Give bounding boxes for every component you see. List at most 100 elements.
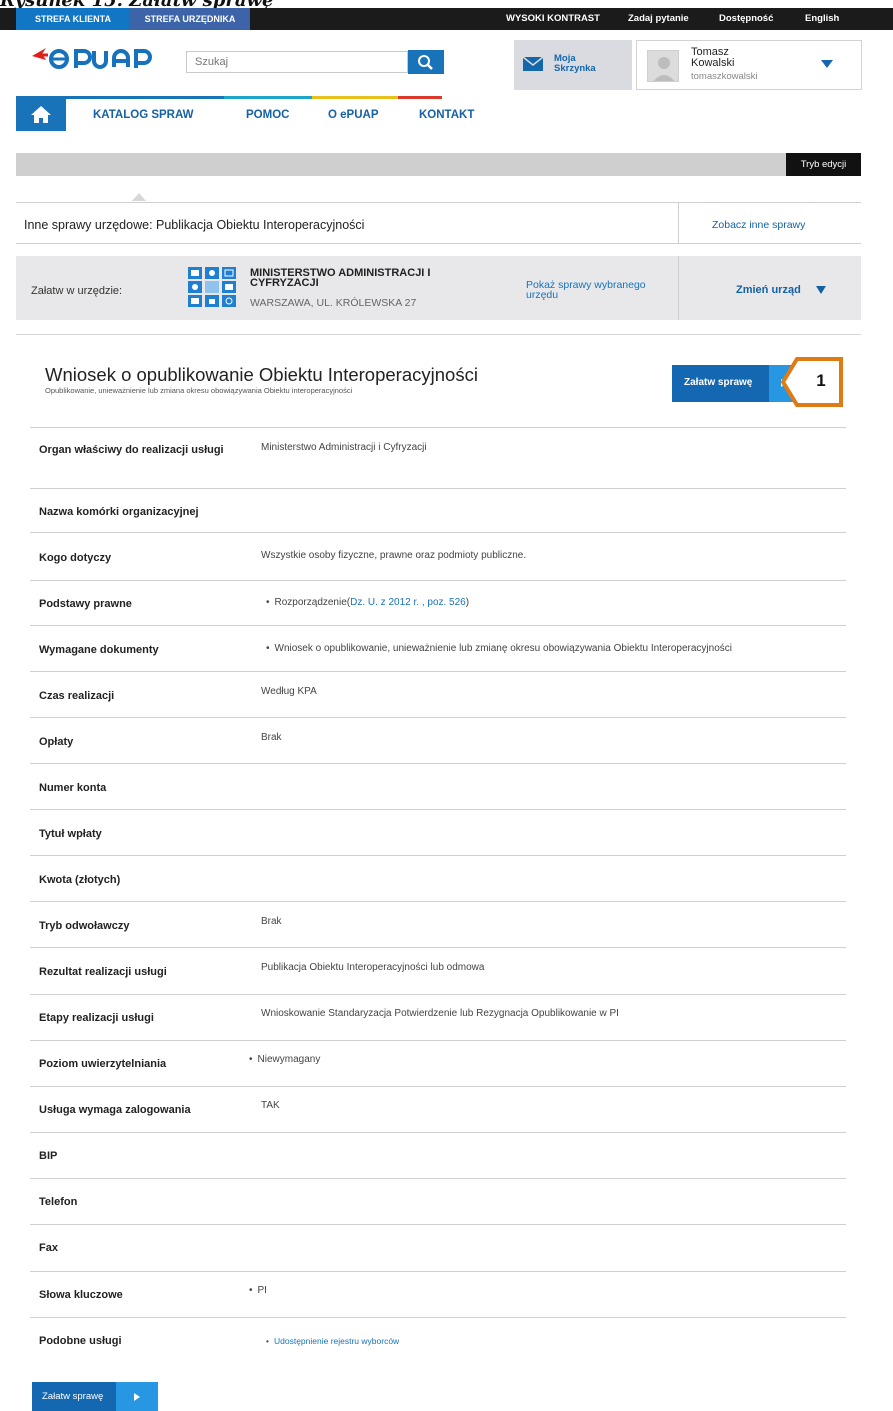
- case-header: Inne sprawy urzędowe: Publikacja Obiektu…: [16, 202, 861, 244]
- row-divider: [30, 855, 846, 856]
- row-divider: [30, 1040, 846, 1041]
- value-organ: Ministerstwo Administracji i Cyfryzacji: [261, 442, 427, 453]
- row-divider: [30, 994, 846, 995]
- english-link[interactable]: English: [805, 8, 839, 30]
- see-other-cases-link[interactable]: Zobacz inne sprawy: [712, 219, 805, 231]
- value-stages: Wnioskowanie Standaryzacja Potwierdzenie…: [261, 1008, 619, 1019]
- row-divider: [30, 1224, 846, 1225]
- label-payment-title: Tytuł wpłaty: [39, 828, 102, 840]
- caret-down-icon[interactable]: [816, 286, 826, 294]
- tab-official-zone[interactable]: STREFA URZĘDNIKA: [130, 8, 250, 30]
- office-address: WARSZAWA, UL. KRÓLEWSKA 27: [250, 297, 417, 309]
- row-divider: [30, 717, 846, 718]
- case-title: Inne sprawy urzędowe: Publikacja Obiektu…: [24, 218, 365, 232]
- label-concerns: Kogo dotyczy: [39, 552, 112, 564]
- label-amount: Kwota (złotych): [39, 874, 121, 886]
- nav-color-strip: [16, 96, 442, 99]
- label-appeal: Tryb odwoławczy: [39, 920, 130, 932]
- label-unit: Nazwa komórki organizacyjnej: [39, 506, 199, 518]
- value-legal: Rozporządzenie(Dz. U. z 2012 r. , poz. 5…: [266, 597, 470, 608]
- label-documents: Wymagane dokumenty: [39, 644, 159, 656]
- row-divider: [30, 427, 846, 428]
- avatar: [647, 50, 679, 82]
- home-button[interactable]: [16, 99, 66, 131]
- nav-about[interactable]: O ePUAP: [328, 109, 379, 121]
- row-divider: [30, 625, 846, 626]
- inbox-label: Moja Skrzynka: [554, 53, 596, 74]
- row-divider: [30, 809, 846, 810]
- handle-case-bottom-button[interactable]: Załatw sprawę: [32, 1382, 158, 1411]
- home-icon: [31, 106, 51, 123]
- value-login-required: TAK: [261, 1100, 280, 1111]
- user-name: Tomasz Kowalski: [691, 46, 735, 69]
- arrow-right-icon: [116, 1382, 158, 1411]
- divider: [678, 203, 679, 243]
- user-login: tomaszkowalski: [691, 71, 758, 82]
- nav-contact[interactable]: KONTAKT: [419, 109, 474, 121]
- nav-help[interactable]: POMOC: [246, 109, 289, 121]
- ask-question-link[interactable]: Zadaj pytanie: [628, 8, 689, 30]
- label-organ: Organ właściwy do realizacji usługi: [39, 444, 224, 456]
- header: Moja Skrzynka Tomasz Kowalski tomaszkowa…: [0, 30, 893, 92]
- label-keywords: Słowa kluczowe: [39, 1289, 123, 1301]
- legal-act-link[interactable]: Dz. U. z 2012 r. , poz. 526: [350, 597, 466, 608]
- divider: [16, 334, 861, 335]
- chevron-down-icon[interactable]: [821, 60, 833, 68]
- edit-bar: [16, 153, 861, 176]
- divider: [678, 256, 679, 320]
- row-divider: [30, 532, 846, 533]
- figure-caption: Rysunek 15. Załatw sprawę: [0, 0, 274, 11]
- label-fees: Opłaty: [39, 736, 74, 748]
- similar-service-link[interactable]: Udostępnienie rejestru wyborców: [274, 1336, 399, 1346]
- tab-client-zone[interactable]: STREFA KLIENTA: [16, 8, 130, 30]
- accessibility-link[interactable]: Dostępność: [719, 8, 773, 30]
- row-divider: [30, 1317, 846, 1318]
- label-stages: Etapy realizacji usługi: [39, 1012, 154, 1024]
- value-concerns: Wszystkie osoby fizyczne, prawne oraz po…: [261, 550, 527, 561]
- office-label: Załatw w urzędzie:: [31, 285, 123, 297]
- label-legal: Podstawy prawne: [39, 598, 132, 610]
- handle-case-label: Załatw sprawę: [684, 377, 753, 388]
- edit-mode-button[interactable]: Tryb edycji: [786, 153, 861, 176]
- row-divider: [30, 947, 846, 948]
- ministry-logo-icon: [188, 267, 236, 307]
- change-office-button[interactable]: Zmień urząd: [736, 284, 801, 296]
- search-button[interactable]: [408, 50, 444, 74]
- callout-number: 1: [816, 371, 826, 390]
- row-divider: [30, 1271, 846, 1272]
- row-divider: [30, 1086, 846, 1087]
- search-input[interactable]: [186, 51, 408, 73]
- pointer-arrow: [132, 193, 146, 201]
- office-selector: Załatw w urzędzie: MINISTERSTWO ADMINIST…: [16, 256, 861, 320]
- row-divider: [30, 580, 846, 581]
- label-result: Rezultat realizacji usługi: [39, 966, 167, 978]
- high-contrast-link[interactable]: WYSOKI KONTRAST: [506, 8, 600, 30]
- nav-catalog[interactable]: KATALOG SPRAW: [93, 109, 194, 121]
- label-login-required: Usługa wymaga zalogowania: [39, 1104, 191, 1116]
- handle-case-bottom-label: Załatw sprawę: [42, 1391, 104, 1402]
- service-title: Wniosek o opublikowanie Obiektu Interope…: [45, 364, 478, 385]
- row-divider: [30, 1178, 846, 1179]
- row-divider: [30, 763, 846, 764]
- label-phone: Telefon: [39, 1196, 78, 1208]
- value-time: Według KPA: [261, 686, 317, 697]
- epuap-logo[interactable]: [30, 42, 166, 72]
- value-similar: Udostępnienie rejestru wyborców: [266, 1336, 399, 1346]
- value-auth-level: Niewymagany: [249, 1054, 321, 1065]
- value-result: Publikacja Obiektu Interoperacyjności lu…: [261, 962, 485, 973]
- row-divider: [30, 901, 846, 902]
- label-fax: Fax: [39, 1242, 58, 1254]
- user-menu[interactable]: Tomasz Kowalski tomaszkowalski: [636, 40, 862, 90]
- my-inbox-button[interactable]: Moja Skrzynka: [514, 40, 632, 90]
- row-divider: [30, 1132, 846, 1133]
- envelope-icon: [523, 57, 543, 71]
- show-office-cases-link[interactable]: Pokaż sprawy wybranego urzędu: [526, 280, 666, 301]
- label-bip: BIP: [39, 1150, 58, 1162]
- top-bar: STREFA KLIENTA STREFA URZĘDNIKA WYSOKI K…: [0, 8, 893, 30]
- search-icon: [418, 55, 433, 70]
- user-icon: [653, 57, 675, 81]
- value-documents: Wniosek o opublikowanie, unieważnienie l…: [266, 643, 732, 654]
- row-divider: [30, 488, 846, 489]
- service-subtitle: Opublikowanie, unieważnienie lub zmiana …: [45, 386, 353, 395]
- label-similar: Podobne usługi: [39, 1335, 122, 1347]
